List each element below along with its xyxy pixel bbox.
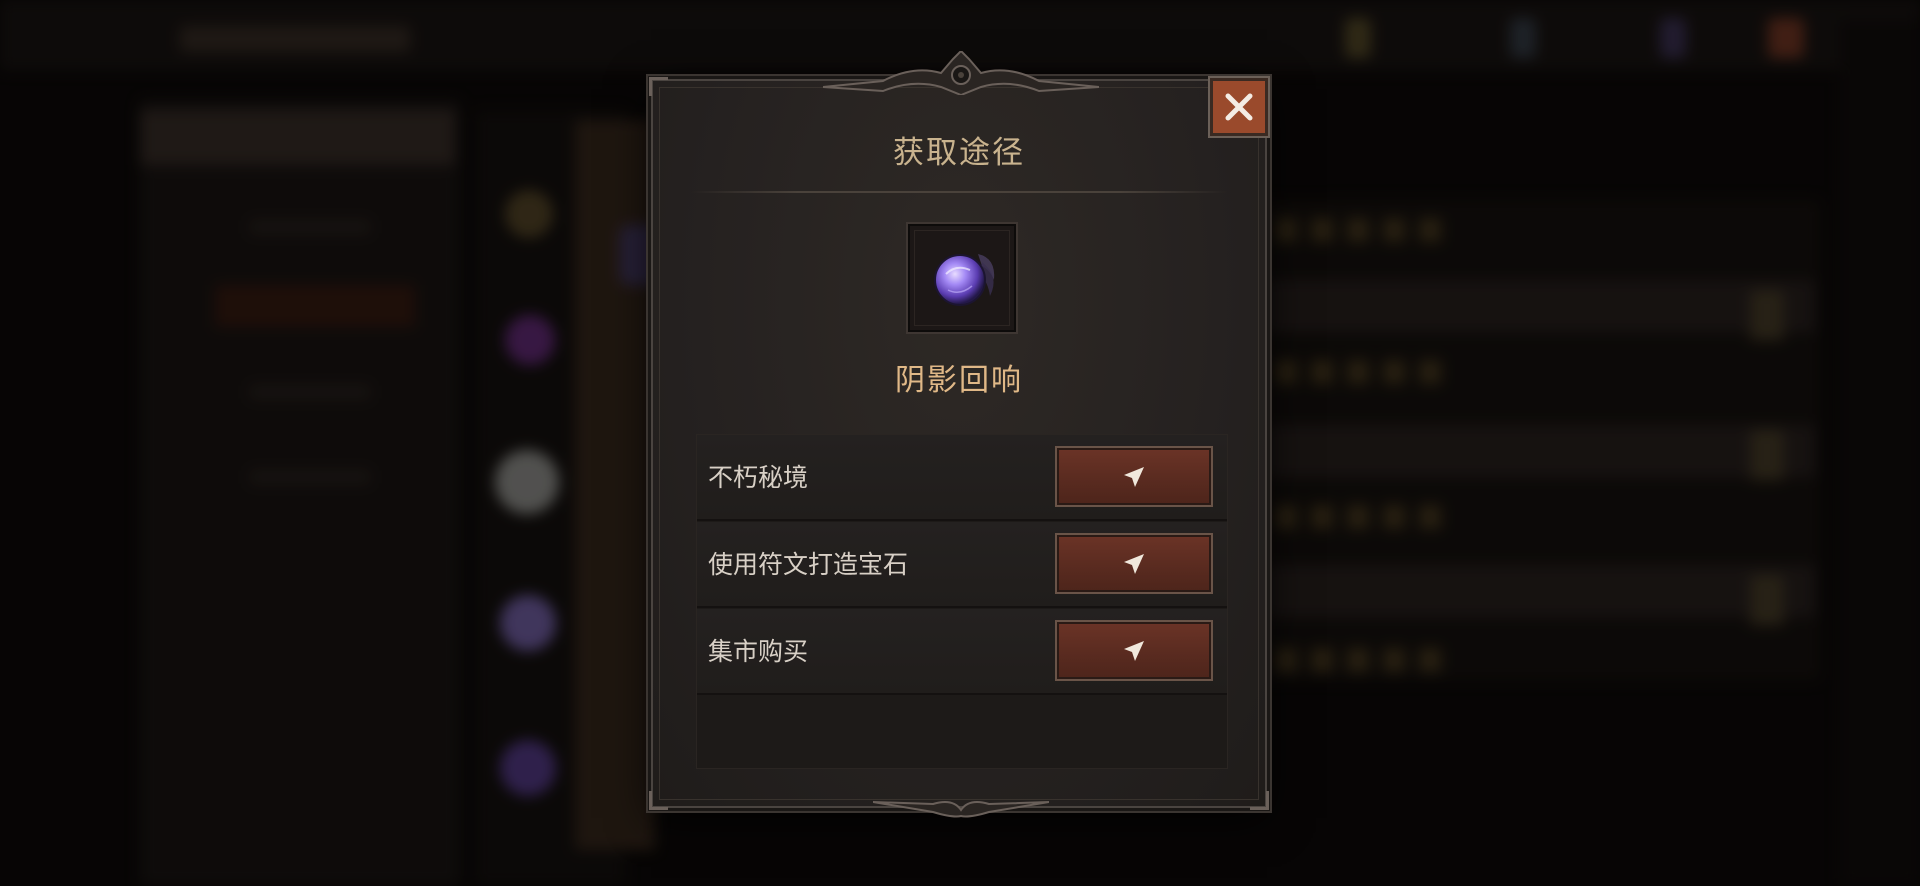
- acquisition-dialog: 获取途径 阴影回响 不朽秘境 使用符文打造宝石 集市购买: [649, 51, 1270, 818]
- acquisition-source-list: 不朽秘境 使用符文打造宝石 集市购买: [696, 434, 1228, 769]
- top-ornament-icon: [823, 51, 1099, 95]
- item-name: 阴影回响: [895, 363, 1023, 398]
- navigate-arrow-icon: [1124, 553, 1144, 574]
- list-item: 集市购买: [697, 609, 1227, 695]
- close-button[interactable]: [1208, 76, 1270, 138]
- corner-ornament: [649, 77, 668, 96]
- corner-ornament: [1250, 791, 1269, 810]
- source-label: 集市购买: [708, 637, 809, 666]
- purple-orb-icon: [934, 254, 995, 306]
- navigate-arrow-icon: [1124, 640, 1144, 661]
- goto-button[interactable]: [1055, 620, 1213, 681]
- corner-ornament: [649, 791, 668, 810]
- goto-button[interactable]: [1055, 533, 1213, 594]
- title-divider: [691, 191, 1227, 193]
- list-item: 使用符文打造宝石: [697, 522, 1227, 608]
- goto-button[interactable]: [1055, 446, 1213, 507]
- bottom-ornament-icon: [873, 801, 1049, 818]
- list-item: 不朽秘境: [697, 435, 1227, 521]
- source-label: 使用符文打造宝石: [708, 550, 909, 579]
- close-icon: [1225, 93, 1253, 121]
- dialog-title: 获取途径: [893, 135, 1025, 171]
- navigate-arrow-icon: [1124, 466, 1144, 487]
- source-label: 不朽秘境: [708, 463, 809, 492]
- item-icon-frame: [906, 222, 1018, 334]
